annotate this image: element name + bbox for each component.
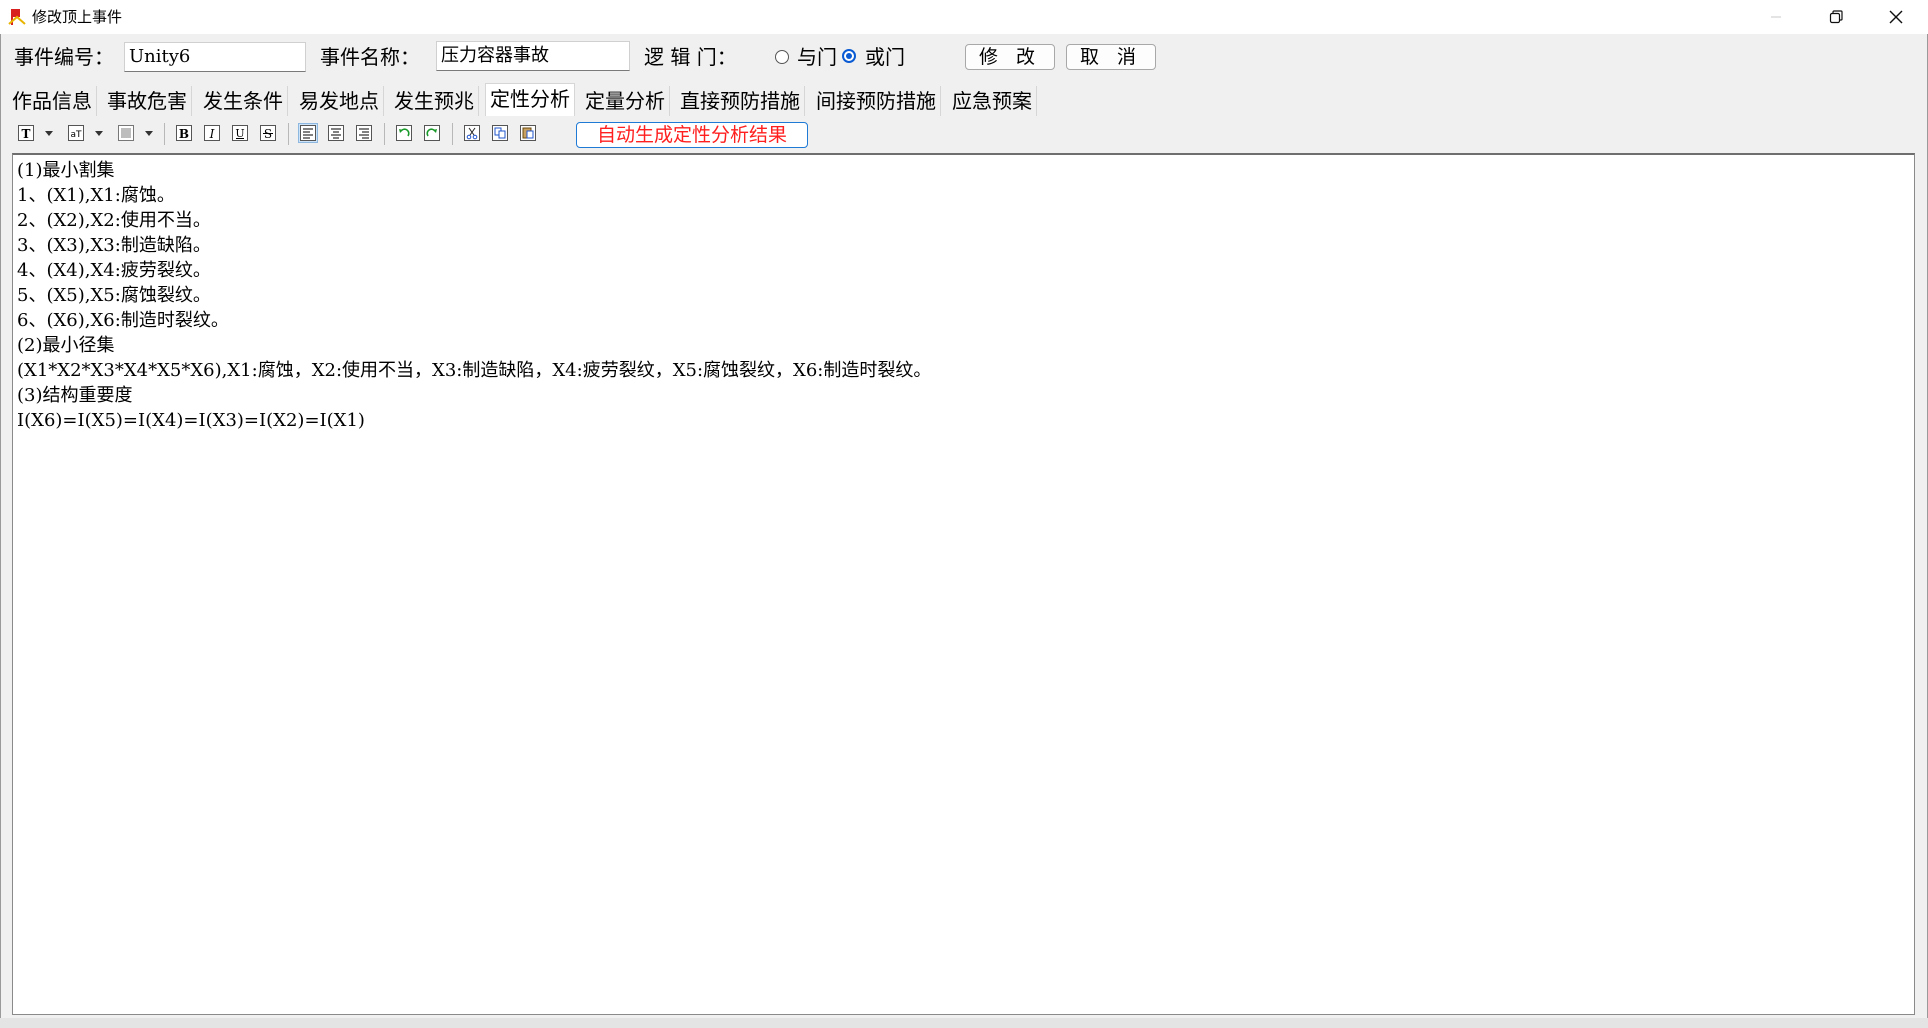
- chevron-down-icon: [45, 130, 53, 136]
- color-button[interactable]: [116, 123, 136, 143]
- and-gate-label[interactable]: 与门: [797, 45, 837, 69]
- event-id-input[interactable]: Unity6: [124, 42, 306, 72]
- modify-button[interactable]: 修 改: [965, 44, 1055, 70]
- underline-button[interactable]: U: [230, 123, 250, 143]
- analysis-text-editor[interactable]: (1)最小割集 1、(X1),X1:腐蚀。 2、(X2),X2:使用不当。 3、…: [12, 153, 1915, 1015]
- event-id-label: 事件编号：: [14, 45, 114, 69]
- font-size-dropdown[interactable]: [94, 123, 104, 143]
- cut-icon: [464, 125, 480, 141]
- underline-icon: U: [232, 125, 248, 141]
- auto-generate-button[interactable]: 自动生成定性分析结果: [576, 122, 808, 148]
- window-title: 修改顶上事件: [32, 8, 123, 26]
- cancel-button[interactable]: 取 消: [1066, 44, 1156, 70]
- cut-button[interactable]: [462, 123, 482, 143]
- color-icon: [118, 125, 134, 141]
- align-center-icon: [328, 125, 344, 141]
- paste-icon: [520, 125, 536, 141]
- tab-indirect-prevention[interactable]: 间接预防措施: [812, 86, 941, 116]
- editor-line: 4、(X4),X4:疲劳裂纹。: [17, 260, 211, 281]
- tab-work-info[interactable]: 作品信息: [8, 86, 97, 116]
- font-icon: T: [18, 125, 34, 141]
- or-gate-radio[interactable]: [842, 49, 856, 63]
- chevron-down-icon: [145, 130, 153, 136]
- font-dropdown[interactable]: [44, 123, 54, 143]
- italic-button[interactable]: I: [202, 123, 222, 143]
- restore-icon: [1829, 10, 1843, 24]
- close-button[interactable]: [1866, 0, 1926, 34]
- strikethrough-button[interactable]: S: [258, 123, 278, 143]
- tab-conditions[interactable]: 发生条件: [199, 86, 288, 116]
- align-right-icon: [356, 125, 372, 141]
- title-bar: 修改顶上事件: [0, 0, 1928, 34]
- undo-icon: [396, 125, 412, 141]
- logic-gate-label: 逻 辑 门：: [644, 45, 737, 69]
- chevron-down-icon: [95, 130, 103, 136]
- editor-line: (X1*X2*X3*X4*X5*X6),X1:腐蚀，X2:使用不当，X3:制造缺…: [17, 360, 932, 381]
- svg-text:I: I: [209, 127, 215, 141]
- minimize-button[interactable]: [1746, 0, 1806, 34]
- font-size-button[interactable]: aT: [66, 123, 86, 143]
- event-name-label: 事件名称：: [320, 45, 420, 69]
- tab-direct-prevention[interactable]: 直接预防措施: [676, 86, 805, 116]
- editor-line: I(X6)=I(X5)=I(X4)=I(X3)=I(X2)=I(X1): [17, 410, 365, 431]
- copy-button[interactable]: [490, 123, 510, 143]
- editor-line: (3)结构重要度: [17, 385, 133, 406]
- toolbar-divider: [452, 123, 453, 145]
- bold-icon: B: [176, 125, 192, 141]
- or-gate-label[interactable]: 或门: [865, 45, 905, 69]
- restore-button[interactable]: [1806, 0, 1866, 34]
- tab-locations[interactable]: 易发地点: [295, 86, 384, 116]
- tab-warning-signs[interactable]: 发生预兆: [390, 86, 479, 116]
- app-icon: [8, 9, 26, 25]
- editor-line: 6、(X6),X6:制造时裂纹。: [17, 310, 229, 331]
- align-center-button[interactable]: [326, 123, 346, 143]
- align-left-button[interactable]: [298, 123, 318, 143]
- editor-line: 2、(X2),X2:使用不当。: [17, 210, 211, 231]
- redo-button[interactable]: [422, 123, 442, 143]
- tab-emergency-plan[interactable]: 应急预案: [948, 86, 1037, 116]
- editor-line: 1、(X1),X1:腐蚀。: [17, 185, 175, 206]
- strikethrough-icon: S: [260, 125, 276, 141]
- editor-line: 5、(X5),X5:腐蚀裂纹。: [17, 285, 211, 306]
- color-dropdown[interactable]: [144, 123, 154, 143]
- copy-icon: [492, 125, 508, 141]
- undo-button[interactable]: [394, 123, 414, 143]
- tab-quantitative-analysis[interactable]: 定量分析: [581, 86, 670, 116]
- and-gate-radio[interactable]: [775, 50, 789, 64]
- editor-line: (1)最小割集: [17, 160, 115, 181]
- minimize-icon: [1771, 16, 1781, 18]
- toolbar-divider: [164, 123, 165, 145]
- redo-icon: [424, 125, 440, 141]
- event-name-input[interactable]: 压力容器事故: [436, 41, 630, 71]
- font-size-icon: aT: [68, 125, 84, 141]
- close-icon: [1889, 10, 1903, 24]
- editor-line: 3、(X3),X3:制造缺陷。: [17, 235, 211, 256]
- align-right-button[interactable]: [354, 123, 374, 143]
- align-left-icon: [300, 125, 316, 141]
- paste-button[interactable]: [518, 123, 538, 143]
- toolbar-divider: [288, 123, 289, 145]
- bold-button[interactable]: B: [174, 123, 194, 143]
- font-button[interactable]: T: [16, 123, 36, 143]
- window-bottom-edge: [0, 1018, 1928, 1028]
- svg-text:aT: aT: [70, 130, 82, 140]
- svg-text:B: B: [179, 127, 189, 141]
- toolbar-divider: [384, 123, 385, 145]
- editor-line: (2)最小径集: [17, 335, 115, 356]
- italic-icon: I: [204, 125, 220, 141]
- tab-accident-harm[interactable]: 事故危害: [103, 86, 192, 116]
- svg-text:T: T: [22, 127, 31, 141]
- tab-qualitative-analysis[interactable]: 定性分析: [485, 83, 575, 116]
